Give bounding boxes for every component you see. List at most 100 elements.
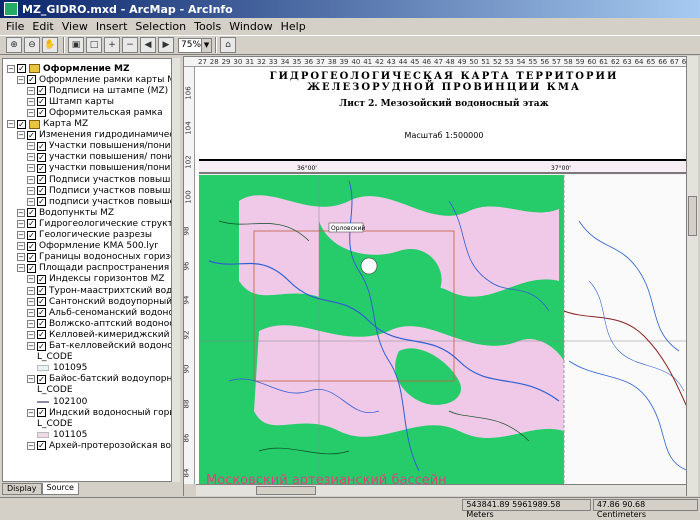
toc-layer[interactable]: − ✓ Оформительская рамка (27, 107, 163, 118)
expand-collapse-icon[interactable]: − (17, 131, 25, 140)
toc-layer[interactable]: − ✓ Келловей-кимериджский в (27, 329, 178, 340)
zoom-100-icon[interactable]: □ (86, 37, 102, 53)
pan-page-icon[interactable]: ✋ (42, 37, 58, 53)
expand-collapse-icon[interactable]: − (27, 408, 35, 417)
layer-visibility-checkbox[interactable]: ✓ (37, 186, 46, 196)
expand-collapse-icon[interactable]: − (17, 242, 25, 251)
toc-legend-symbol[interactable]: 102100 (37, 396, 87, 407)
layer-visibility-checkbox[interactable]: ✓ (37, 308, 46, 318)
menu-file[interactable]: File (6, 20, 24, 33)
toc-layer[interactable]: − ✓ Сантонский водоупорный (27, 296, 172, 307)
fixed-zoom-in-icon[interactable]: + (104, 37, 120, 53)
toc-layer[interactable]: − ✓ Байос-батский водоупорн (27, 374, 172, 385)
expand-collapse-icon[interactable]: − (17, 208, 25, 217)
toc-layer[interactable]: − ✓ Геологические разрезы (17, 230, 152, 241)
layer-visibility-checkbox[interactable]: ✓ (37, 286, 46, 295)
toc-layer[interactable]: − ✓ Подписи участков повыш (27, 174, 170, 185)
toc-layer[interactable]: − ✓ участки повышения/пониж (27, 163, 178, 174)
layer-visibility-checkbox[interactable]: ✓ (27, 263, 36, 273)
layer-visibility-checkbox[interactable]: ✓ (27, 230, 36, 240)
toc-layer[interactable]: − ✓ Оформление рамки карты MZ (17, 74, 179, 85)
toc-layer[interactable]: − ✓ Индексы горизонтов MZ (27, 274, 165, 285)
expand-collapse-icon[interactable]: − (17, 253, 25, 262)
toc-layer[interactable]: − ✓ Индский водоносный гори (27, 407, 175, 418)
layer-visibility-checkbox[interactable]: ✓ (37, 341, 46, 351)
toc-layer[interactable]: − ✓ Площади распространения М (17, 263, 179, 274)
expand-collapse-icon[interactable]: − (17, 219, 25, 228)
layer-visibility-checkbox[interactable]: ✓ (37, 86, 46, 96)
layer-visibility-checkbox[interactable]: ✓ (37, 274, 46, 284)
toc-group[interactable]: − ✓ Оформление MZ (7, 63, 130, 74)
expand-collapse-icon[interactable]: − (27, 330, 35, 339)
layer-visibility-checkbox[interactable]: ✓ (37, 374, 46, 384)
layout-vertical-scrollbar[interactable] (686, 56, 698, 496)
expand-collapse-icon[interactable]: − (17, 264, 25, 273)
toggle-draft-mode-icon[interactable]: ⌂ (220, 37, 236, 53)
expand-collapse-icon[interactable]: − (27, 275, 35, 284)
expand-collapse-icon[interactable]: − (27, 342, 35, 350)
expand-collapse-icon[interactable]: − (27, 86, 35, 95)
expand-collapse-icon[interactable]: − (27, 153, 35, 162)
layer-visibility-checkbox[interactable]: ✓ (37, 108, 46, 118)
toc-layer[interactable]: − ✓ Подписи участков повыше (27, 185, 176, 196)
toc-layer[interactable]: − ✓ участки повышения/ пони (27, 152, 173, 163)
menu-tools[interactable]: Tools (194, 20, 221, 33)
toc-layer[interactable]: − ✓ Гидрогеологические структур (17, 218, 179, 229)
layer-visibility-checkbox[interactable]: ✓ (37, 319, 46, 329)
expand-collapse-icon[interactable]: − (7, 120, 15, 128)
layout-view[interactable]: 27 28 29 30 31 32 33 34 35 36 37 38 39 40 41 42 43 44 45 46… (183, 56, 698, 496)
layer-visibility-checkbox[interactable]: ✓ (37, 441, 46, 451)
previous-extent-icon[interactable]: ◀ (140, 37, 156, 53)
toc-layer[interactable]: − ✓ Изменения гидродинамическ... (17, 130, 179, 141)
next-extent-icon[interactable]: ▶ (158, 37, 174, 53)
menu-view[interactable]: View (62, 20, 88, 33)
toc-layer[interactable]: − ✓ Границы водоносных горизон (17, 252, 179, 263)
toc-layer[interactable]: − ✓ Бат-келловейский водонос (27, 341, 178, 352)
menu-insert[interactable]: Insert (96, 20, 128, 33)
layer-visibility-checkbox[interactable]: ✓ (27, 252, 36, 262)
toc-layer[interactable]: − ✓ Архей-протерозойская вод (27, 440, 177, 451)
toc-layer[interactable]: − ✓ Альб-сеноманский водонос (27, 307, 179, 318)
expand-collapse-icon[interactable]: − (27, 164, 35, 173)
tab-display[interactable]: Display (2, 483, 42, 495)
tab-source[interactable]: Source (41, 483, 79, 495)
layer-visibility-checkbox[interactable]: ✓ (27, 208, 36, 218)
expand-collapse-icon[interactable]: − (27, 142, 35, 151)
expand-collapse-icon[interactable]: − (27, 319, 35, 328)
map-frame[interactable]: Орловский 36°00' 37°00' (199, 159, 689, 489)
layer-visibility-checkbox[interactable]: ✓ (27, 219, 36, 229)
layer-visibility-checkbox[interactable]: ✓ (37, 163, 46, 173)
expand-collapse-icon[interactable]: − (27, 175, 35, 184)
layer-visibility-checkbox[interactable]: ✓ (27, 130, 36, 140)
expand-collapse-icon[interactable]: − (27, 308, 35, 317)
scroll-thumb[interactable] (688, 196, 697, 236)
toc-legend-symbol[interactable]: 101105 (37, 429, 87, 440)
layer-visibility-checkbox[interactable]: ✓ (37, 152, 46, 162)
menu-selection[interactable]: Selection (135, 20, 186, 33)
layer-visibility-checkbox[interactable]: ✓ (37, 297, 46, 307)
toc-legend-symbol[interactable]: 101095 (37, 363, 87, 374)
layout-horizontal-scrollbar[interactable] (196, 484, 686, 496)
layer-visibility-checkbox[interactable]: ✓ (37, 197, 46, 207)
toc-layer[interactable]: − ✓ подписи участков повыше (27, 196, 175, 207)
expand-collapse-icon[interactable]: − (27, 197, 35, 206)
layer-visibility-checkbox[interactable]: ✓ (27, 75, 36, 85)
scroll-thumb[interactable] (256, 486, 316, 495)
zoom-in-page-icon[interactable]: ⊕ (6, 37, 22, 53)
expand-collapse-icon[interactable]: − (27, 97, 35, 106)
expand-collapse-icon[interactable]: − (27, 297, 35, 306)
toc-layer[interactable]: − ✓ Оформление КМА 500.lyr (17, 241, 158, 252)
layer-visibility-checkbox[interactable]: ✓ (37, 330, 46, 340)
toc-layer[interactable]: − ✓ Подписи на штампе (MZ) (27, 85, 168, 96)
zoom-out-page-icon[interactable]: ⊖ (24, 37, 40, 53)
expand-collapse-icon[interactable]: − (27, 375, 35, 384)
menu-edit[interactable]: Edit (32, 20, 53, 33)
toc-layer[interactable]: − ✓ Волжско-аптский водонос (27, 318, 174, 329)
toc-layer[interactable]: − ✓ Водопункты MZ (17, 207, 114, 218)
toc-group[interactable]: − ✓ Карта MZ (7, 119, 88, 130)
layer-visibility-checkbox[interactable]: ✓ (37, 175, 46, 184)
layer-visibility-checkbox[interactable]: ✓ (37, 408, 46, 418)
chevron-down-icon[interactable]: ▼ (201, 38, 211, 52)
toc-layer[interactable]: − ✓ Участки повышения/пониж (27, 141, 179, 152)
expand-collapse-icon[interactable]: − (27, 286, 35, 295)
